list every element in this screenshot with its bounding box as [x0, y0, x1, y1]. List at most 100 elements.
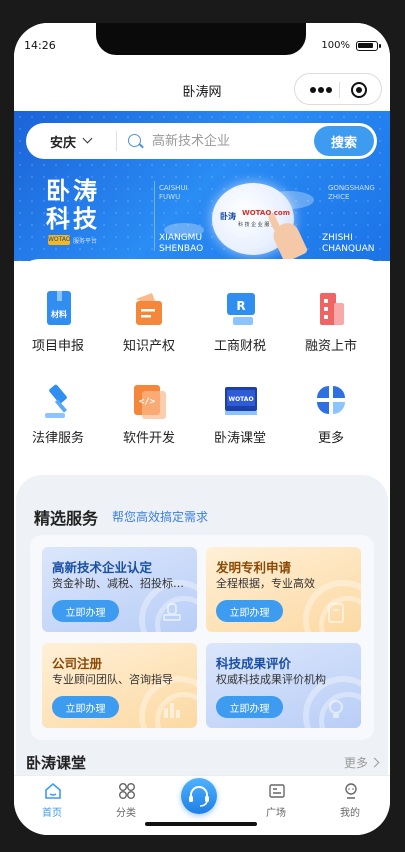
apply-now-button[interactable]: 立即办理 [52, 600, 119, 622]
city-selector[interactable]: 安庆 [50, 132, 76, 151]
card-desc: 资金补助、减税、招投标加分 [52, 577, 187, 590]
card-title: 公司注册 [52, 656, 103, 671]
grid-label: 知识产权 [122, 339, 175, 354]
home-indicator[interactable] [145, 822, 257, 826]
capsule-divider [339, 82, 340, 98]
service-card-hightech[interactable]: 高新技术企业认定 资金补助、减税、招投标加分 立即办理 [42, 547, 197, 632]
square-icon [269, 784, 285, 798]
grid-item-software[interactable]: </> 软件开发 [105, 381, 193, 461]
search-bar: 安庆 搜索 [26, 123, 377, 159]
status-bar: 14:26 100% [14, 23, 390, 67]
label-caishui: CAISHUI FUWU [159, 184, 188, 201]
globe-logo-en: WOTAO.com [242, 209, 291, 217]
grid-item-financing[interactable]: 融资上市 [287, 289, 375, 369]
bar-chart-icon [164, 703, 180, 718]
business-tax-icon: R [227, 293, 255, 325]
home-icon [45, 782, 61, 799]
nav-bar: 卧涛网 [14, 67, 390, 111]
phone-screen: 14:26 100% 卧涛网 安庆 搜索 卧涛 科技 WOTAO [14, 23, 390, 835]
svg-text:R: R [236, 299, 245, 313]
grid-label: 软件开发 [122, 431, 175, 446]
mini-program-capsule [294, 73, 382, 105]
apply-now-button[interactable]: 立即办理 [52, 696, 119, 718]
apply-now-button[interactable]: 立即办理 [216, 600, 283, 622]
grid-item-project[interactable]: 材料 项目申报 [14, 289, 102, 369]
search-input[interactable] [152, 131, 322, 151]
document-icon [328, 603, 344, 623]
grid-item-more[interactable]: 更多 [287, 381, 375, 461]
tab-category[interactable]: 分类 [96, 782, 156, 822]
search-divider [116, 131, 117, 151]
services-subtitle: 帮您高效搞定需求 [112, 510, 209, 524]
brand-line-2: 科技 [46, 205, 100, 233]
globe-logo-cn: 卧涛 [220, 212, 236, 221]
search-button[interactable]: 搜索 [314, 126, 374, 156]
brand-tag-cn: 服务平台 [73, 238, 98, 245]
card-title: 高新技术企业认定 [52, 560, 153, 575]
tab-profile[interactable]: 我的 [320, 782, 380, 822]
brand-tag-en: WOTAO [48, 235, 71, 245]
grid-item-legal[interactable]: 法律服务 [14, 381, 102, 461]
grid-label: 更多 [317, 431, 344, 446]
hero-banner[interactable]: 安庆 搜索 卧涛 科技 WOTAO 服务平台 CAISHUI FUWU GONG… [14, 111, 390, 261]
profile-icon [345, 783, 357, 799]
tab-bar: 首页 分类 广场 我的 [14, 775, 390, 835]
brand-logo-text: 卧涛 科技 [46, 177, 100, 233]
card-title: 科技成果评价 [216, 656, 292, 671]
classroom-icon: WOTAO [225, 387, 257, 415]
grid-label: 项目申报 [31, 339, 84, 354]
financing-listing-icon [320, 293, 344, 325]
tab-home[interactable]: 首页 [22, 782, 82, 822]
grid-item-ip[interactable]: 知识产权 [105, 289, 193, 369]
tab-label: 首页 [42, 808, 62, 819]
project-declare-icon: 材料 [47, 291, 71, 325]
tab-label: 我的 [340, 808, 360, 819]
category-icon [119, 783, 135, 799]
battery-icon [356, 41, 381, 51]
grid-item-tax[interactable]: R 工商财税 [196, 289, 284, 369]
chevron-down-icon[interactable] [82, 133, 93, 144]
svg-text:材料: 材料 [51, 309, 67, 319]
notch [96, 23, 306, 55]
label-xiangmu: XIANGMU SHENBAO [159, 233, 204, 254]
tab-label: 广场 [266, 808, 286, 819]
brand-line-1: 卧涛 [46, 177, 100, 205]
services-panel: 高新技术企业认定 资金补助、减税、招投标加分 立即办理 发明专利申请 全程根据，… [30, 535, 374, 740]
card-desc: 专业顾问团队、咨询指导 [52, 673, 173, 686]
label-zhishi: ZHISHI CHANQUAN [322, 233, 375, 254]
close-target-icon[interactable] [351, 82, 367, 98]
tab-square[interactable]: 广场 [246, 782, 306, 822]
customer-service-icon [189, 786, 209, 807]
service-card-company[interactable]: 公司注册 专业顾问团队、咨询指导 立即办理 [42, 643, 197, 728]
grid-label: 融资上市 [304, 339, 357, 354]
software-dev-icon: </> [134, 385, 166, 419]
more-grid-icon [317, 386, 345, 414]
battery-percent: 100% [321, 40, 350, 51]
banner-divider [154, 181, 155, 251]
grid-item-classroom[interactable]: WOTAO 卧涛课堂 [196, 381, 284, 461]
lightbulb-icon [329, 700, 343, 718]
course-section-title: 卧涛课堂 [26, 754, 87, 772]
more-dots-icon[interactable] [310, 87, 332, 93]
card-desc: 全程根据，专业高效 [216, 577, 315, 590]
intellectual-property-icon [136, 293, 162, 325]
featured-services-section: 精选服务 帮您高效搞定需求 高新技术企业认定 资金补助、减税、招投标加分 立即办… [16, 475, 388, 775]
search-icon [128, 134, 141, 147]
svg-text:</>: </> [139, 397, 156, 407]
course-more-link[interactable]: 更多 [344, 754, 378, 771]
card-desc: 权威科技成果评价机构 [216, 673, 326, 686]
services-title: 精选服务 [34, 509, 99, 528]
svg-text:WOTAO: WOTAO [228, 396, 253, 403]
apply-now-button[interactable]: 立即办理 [216, 696, 283, 718]
label-gongshang: GONGSHANG ZHICE [328, 184, 375, 201]
customer-service-button[interactable] [181, 778, 217, 814]
tab-label: 分类 [116, 808, 136, 819]
stamp-icon [163, 603, 181, 621]
service-card-patent[interactable]: 发明专利申请 全程根据，专业高效 立即办理 [206, 547, 361, 632]
grid-label: 卧涛课堂 [213, 431, 266, 446]
status-time: 14:26 [24, 39, 56, 52]
card-title: 发明专利申请 [216, 560, 292, 575]
grid-label: 工商财税 [213, 339, 266, 354]
service-card-evaluation[interactable]: 科技成果评价 权威科技成果评价机构 立即办理 [206, 643, 361, 728]
brand-tag: WOTAO 服务平台 [48, 235, 108, 245]
